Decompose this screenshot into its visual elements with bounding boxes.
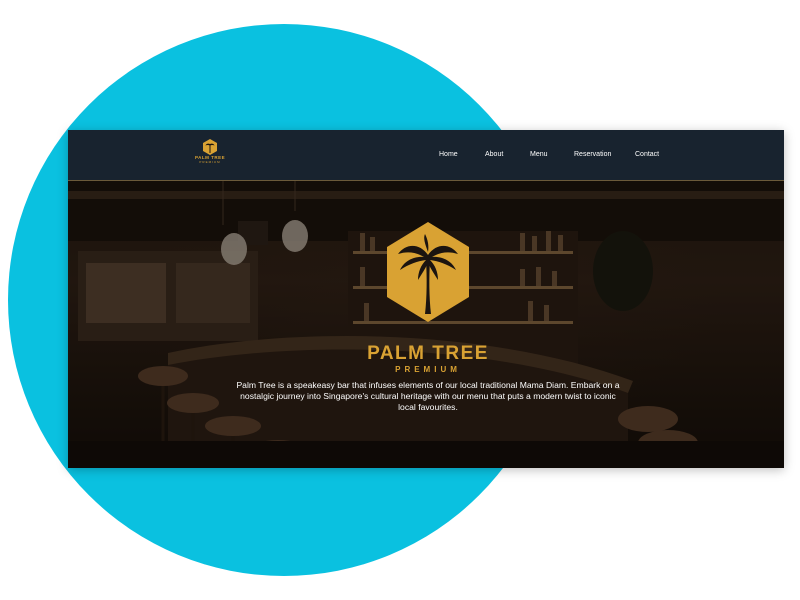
nav-link-menu[interactable]: Menu [530,151,548,158]
brand-subtitle: PREMIUM [395,365,461,374]
nav-link-reservation[interactable]: Reservation [574,151,611,158]
website-screenshot: PALM TREE PREMIUM Home About Menu Reserv… [68,130,784,468]
nav-link-contact[interactable]: Contact [635,151,659,158]
nav-logo-sub: PREMIUM [199,160,221,164]
brand-title: PALM TREE [367,343,489,364]
navbar: PALM TREE PREMIUM Home About Menu Reserv… [68,130,784,181]
palm-tree-hexagon-icon [203,139,217,155]
nav-logo[interactable]: PALM TREE PREMIUM [195,139,225,173]
hero-description: Palm Tree is a speakeasy bar that infuse… [236,380,620,412]
hero-section: PALM TREE PREMIUM Palm Tree is a speakea… [68,181,784,468]
palm-tree-hexagon-icon [387,222,469,322]
nav-link-home[interactable]: Home [439,151,458,158]
nav-link-about[interactable]: About [485,151,503,158]
